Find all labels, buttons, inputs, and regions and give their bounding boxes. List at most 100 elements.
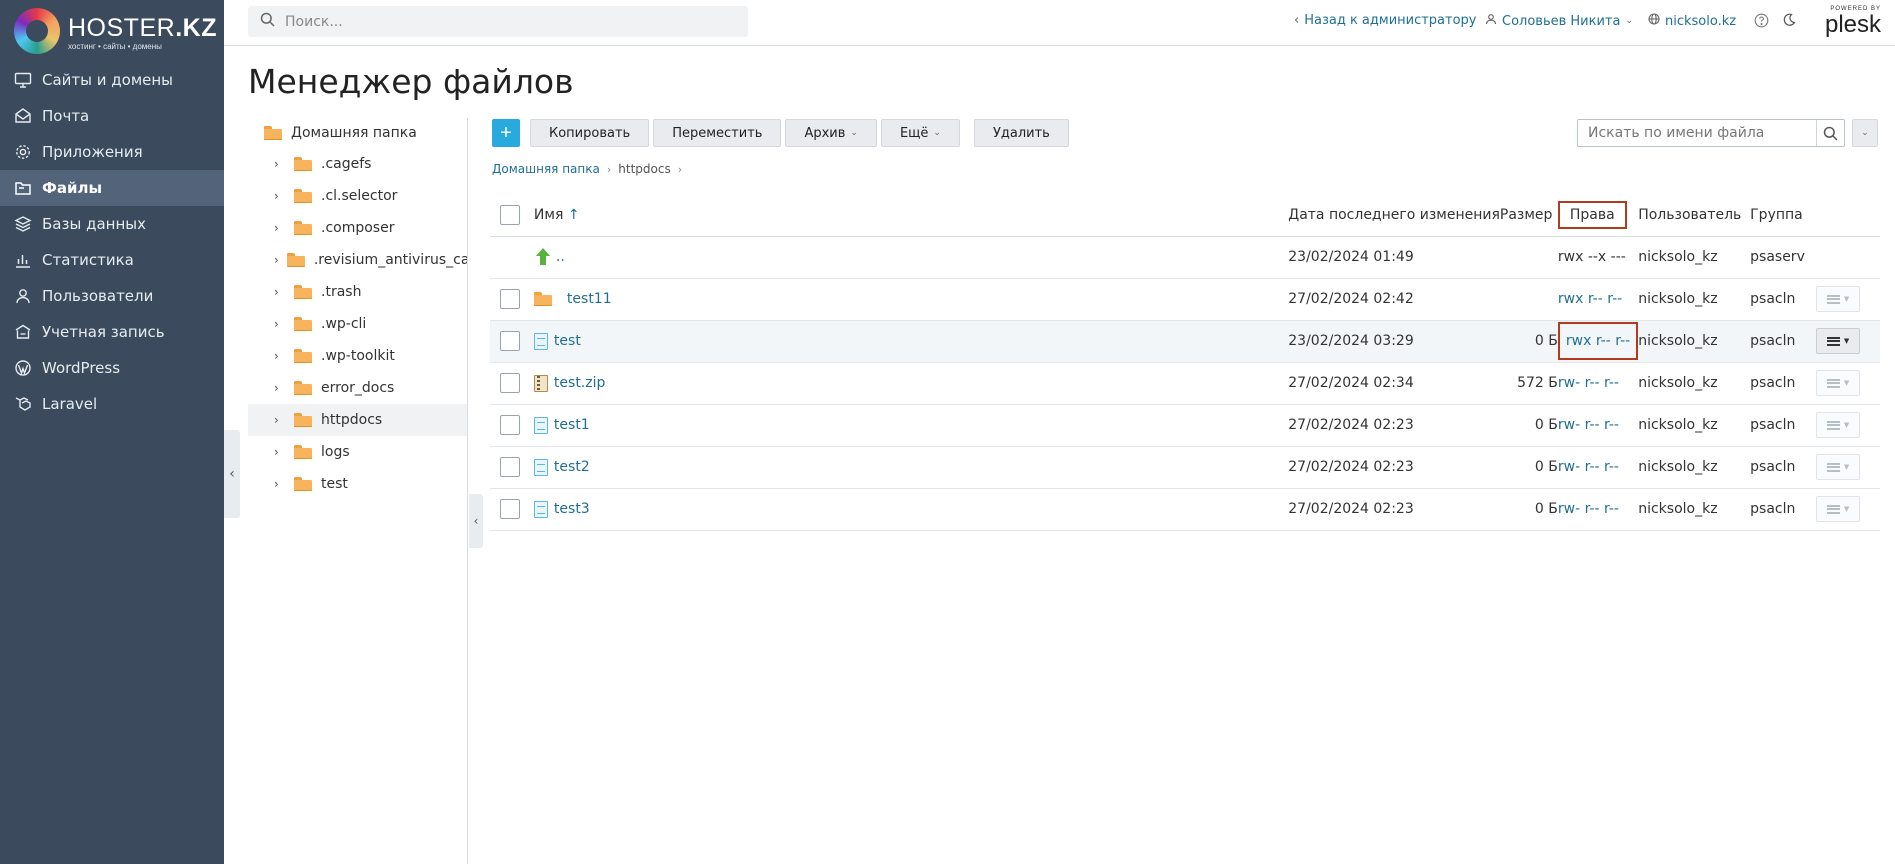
chevron-right-icon[interactable]: ›: [274, 157, 286, 171]
chevron-right-icon[interactable]: ›: [274, 317, 286, 331]
permissions-link[interactable]: rwx r-- r--: [1566, 333, 1630, 349]
tree-item-cagefs[interactable]: › .cagefs: [248, 148, 468, 180]
chevron-right-icon[interactable]: ›: [274, 349, 286, 363]
row-actions-button[interactable]: ▼: [1816, 328, 1861, 354]
sidebar-item-account[interactable]: Учетная запись: [0, 314, 224, 350]
chevron-right-icon[interactable]: ›: [274, 221, 286, 235]
sidebar-item-users[interactable]: Пользователи: [0, 278, 224, 314]
select-all-checkbox[interactable]: [500, 204, 520, 225]
file-name-link[interactable]: test11: [567, 291, 612, 307]
filename-search[interactable]: [1577, 119, 1845, 147]
search-icon[interactable]: [1816, 120, 1844, 146]
move-label: Переместить: [672, 125, 763, 141]
sidebar-item-sites[interactable]: Сайты и домены: [0, 62, 224, 98]
row-actions-button[interactable]: ▼: [1816, 412, 1861, 438]
column-group[interactable]: Группа: [1750, 194, 1817, 237]
table-row[interactable]: test3 27/02/2024 02:23 0 Б rw- r-- r-- n…: [490, 488, 1880, 531]
tree-item-logs[interactable]: › logs: [248, 436, 468, 468]
move-button[interactable]: Переместить: [653, 119, 782, 147]
row-actions-button[interactable]: ▼: [1816, 286, 1861, 312]
tree-item-test[interactable]: › test: [248, 468, 468, 500]
sidebar-item-databases[interactable]: Базы данных: [0, 206, 224, 242]
theme-moon-icon[interactable]: [1782, 13, 1796, 27]
column-user[interactable]: Пользователь: [1638, 194, 1751, 237]
tree-item-wp-toolkit[interactable]: › .wp-toolkit: [248, 340, 468, 372]
domain-link[interactable]: nicksolo.kz: [1648, 13, 1736, 29]
chevron-right-icon[interactable]: ›: [274, 413, 286, 427]
more-button[interactable]: Ещё ⌄: [880, 119, 960, 147]
chevron-right-icon: ›: [606, 162, 612, 176]
column-name[interactable]: Имя ↑: [533, 194, 1289, 237]
row-actions-button[interactable]: ▼: [1816, 454, 1861, 480]
breadcrumb-current[interactable]: httpdocs: [618, 162, 670, 176]
back-to-admin-link[interactable]: ‹ Назад к администратору: [1294, 13, 1477, 28]
hoster-logo[interactable]: HOSTER.KZ хостинг • сайты • домены: [14, 8, 216, 54]
tree-item-wp-cli[interactable]: › .wp-cli: [248, 308, 468, 340]
file-name-link[interactable]: test1: [554, 417, 590, 433]
user-icon: [1485, 13, 1497, 29]
sidebar-item-files[interactable]: Файлы: [0, 170, 224, 206]
tree-collapse-button[interactable]: ‹: [469, 494, 483, 548]
row-checkbox[interactable]: [500, 373, 520, 393]
tree-item-revisium[interactable]: › .revisium_antivirus_cache: [248, 244, 468, 276]
sidebar-item-mail[interactable]: Почта: [0, 98, 224, 134]
chevron-right-icon[interactable]: ›: [274, 477, 286, 491]
chevron-right-icon[interactable]: ›: [274, 445, 286, 459]
file-name-link[interactable]: test.zip: [554, 375, 605, 391]
row-actions-button[interactable]: ▼: [1816, 370, 1861, 396]
row-checkbox[interactable]: [500, 457, 520, 477]
row-checkbox[interactable]: [500, 331, 520, 351]
row-actions-button[interactable]: ▼: [1816, 496, 1861, 522]
file-name-link[interactable]: test3: [554, 501, 590, 517]
breadcrumb-home[interactable]: Домашняя папка: [492, 162, 600, 176]
delete-button[interactable]: Удалить: [973, 119, 1069, 147]
tree-item-trash[interactable]: › .trash: [248, 276, 468, 308]
help-icon[interactable]: [1754, 13, 1769, 28]
chevron-right-icon[interactable]: ›: [274, 189, 286, 203]
user-menu[interactable]: Соловьев Никита ⌄: [1485, 13, 1633, 29]
tree-item-cl-selector[interactable]: › .cl.selector: [248, 180, 468, 212]
search-options-button[interactable]: ⌄: [1852, 119, 1878, 147]
file-name-link[interactable]: test2: [554, 459, 590, 475]
table-row[interactable]: test2 27/02/2024 02:23 0 Б rw- r-- r-- n…: [490, 446, 1880, 489]
tree-item-error-docs[interactable]: › error_docs: [248, 372, 468, 404]
table-row[interactable]: test.zip 27/02/2024 02:34 572 Б rw- r-- …: [490, 362, 1880, 405]
column-size[interactable]: Размер: [1499, 194, 1558, 237]
row-checkbox[interactable]: [500, 415, 520, 435]
file-name-link[interactable]: ..: [556, 249, 565, 265]
copy-button[interactable]: Копировать: [530, 119, 650, 147]
global-search-input[interactable]: [283, 12, 723, 31]
permissions-link[interactable]: rw- r-- r--: [1558, 417, 1619, 433]
tree-item-composer[interactable]: › .composer: [248, 212, 468, 244]
archive-button[interactable]: Архив ⌄: [785, 119, 877, 147]
sidebar-collapse-button[interactable]: ‹: [224, 430, 240, 518]
column-permissions[interactable]: Права: [1557, 194, 1639, 237]
tree-divider[interactable]: [467, 118, 468, 864]
table-row[interactable]: test11 27/02/2024 02:42 rwx r-- r-- nick…: [490, 278, 1880, 321]
chevron-right-icon[interactable]: ›: [274, 253, 279, 267]
table-row[interactable]: test 23/02/2024 03:29 0 Б rwx r-- r-- ni…: [490, 320, 1880, 363]
sidebar-item-statistics[interactable]: Статистика: [0, 242, 224, 278]
row-checkbox[interactable]: [500, 289, 520, 309]
tree-item-httpdocs[interactable]: › httpdocs: [248, 404, 468, 436]
table-row[interactable]: .. 23/02/2024 01:49 rwx --x --- nicksolo…: [490, 236, 1880, 279]
row-checkbox[interactable]: [500, 499, 520, 519]
permissions-link[interactable]: rwx r-- r--: [1558, 291, 1622, 307]
sidebar-item-wordpress[interactable]: WordPress: [0, 350, 224, 386]
table-row[interactable]: test1 27/02/2024 02:23 0 Б rw- r-- r-- n…: [490, 404, 1880, 447]
permissions-link[interactable]: rw- r-- r--: [1558, 501, 1619, 517]
sidebar-item-apps[interactable]: Приложения: [0, 134, 224, 170]
tree-root-home[interactable]: Домашняя папка: [248, 118, 468, 148]
column-modified[interactable]: Дата последнего изменения: [1288, 194, 1500, 237]
group-cell: psacln: [1750, 404, 1817, 447]
permissions-link[interactable]: rw- r-- r--: [1558, 375, 1619, 391]
global-search[interactable]: [248, 6, 748, 37]
chevron-right-icon[interactable]: ›: [274, 381, 286, 395]
file-name-link[interactable]: test: [554, 333, 581, 349]
add-button[interactable]: +: [492, 119, 520, 147]
sidebar-item-laravel[interactable]: Laravel: [0, 386, 224, 422]
filename-search-input[interactable]: [1578, 124, 1813, 142]
permissions-link[interactable]: rw- r-- r--: [1558, 459, 1619, 475]
chevron-right-icon[interactable]: ›: [274, 285, 286, 299]
folder-tree: Домашняя папка › .cagefs › .cl.selector ›.…: [248, 118, 468, 500]
